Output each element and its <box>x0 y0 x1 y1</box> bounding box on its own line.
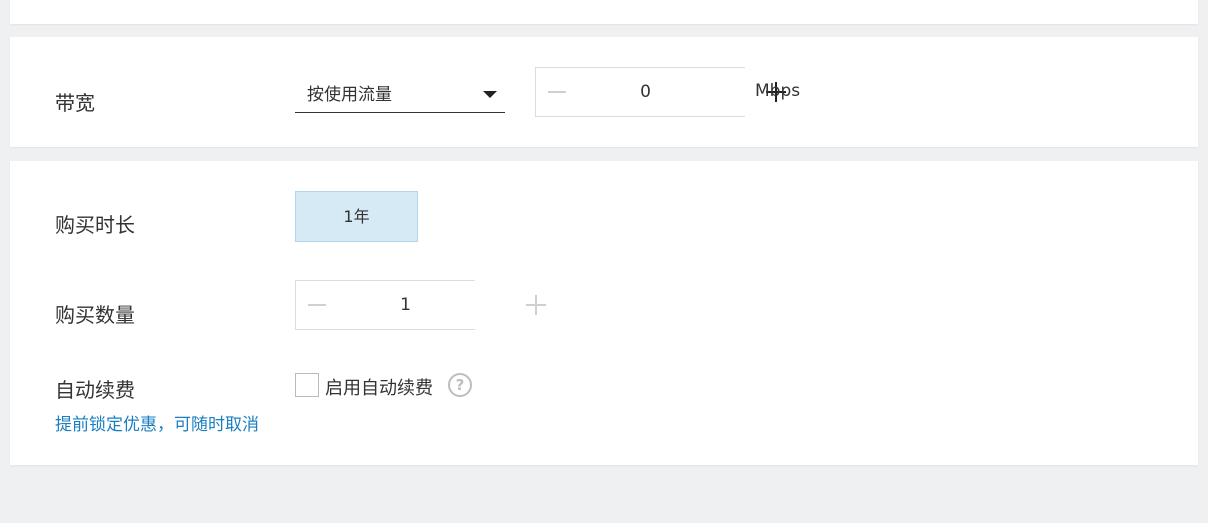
bandwidth-stepper <box>535 67 786 117</box>
quantity-stepper <box>295 280 546 330</box>
auto-renew-checkbox[interactable] <box>295 373 319 397</box>
help-icon[interactable]: ? <box>448 373 472 397</box>
bandwidth-unit: Mbps <box>755 81 801 101</box>
auto-renew-checkbox-label[interactable]: 启用自动续费 <box>325 374 433 400</box>
minus-icon <box>548 91 566 93</box>
bandwidth-panel: 带宽 按使用流量 Mbps <box>10 37 1198 147</box>
plus-icon-vertical <box>535 295 537 315</box>
promo-text: 提前锁定优惠，可随时取消 <box>55 415 259 435</box>
auto-renew-label: 自动续费 <box>55 378 135 402</box>
minus-icon <box>308 304 326 306</box>
quantity-input[interactable] <box>296 281 515 329</box>
chevron-down-icon <box>483 91 497 98</box>
top-panel <box>10 0 1198 24</box>
duration-option-1-year[interactable]: 1年 <box>295 191 418 242</box>
quantity-label: 购买数量 <box>55 303 135 327</box>
duration-label: 购买时长 <box>55 213 135 237</box>
billing-mode-select[interactable]: 按使用流量 <box>295 75 505 113</box>
purchase-panel: 购买时长 1年 购买数量 自动续费 启用自动续费 ? 提前锁定优惠，可随时取消 <box>10 161 1198 465</box>
bandwidth-input[interactable] <box>536 68 755 116</box>
billing-mode-value: 按使用流量 <box>307 85 392 105</box>
bandwidth-label: 带宽 <box>55 91 95 115</box>
